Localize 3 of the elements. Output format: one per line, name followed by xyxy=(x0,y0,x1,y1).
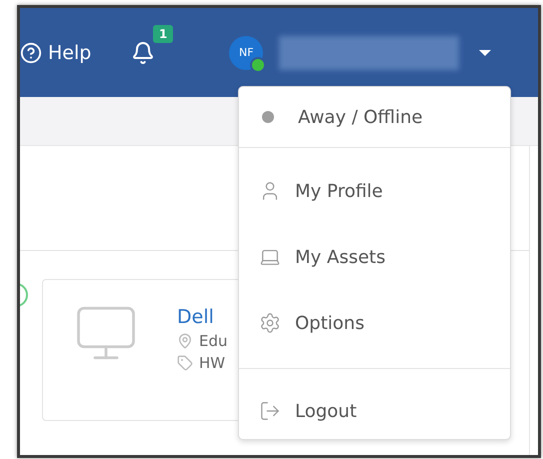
asset-tag: HW xyxy=(199,354,226,372)
notification-count: 1 xyxy=(152,24,174,42)
asset-location: Edu xyxy=(199,332,228,350)
